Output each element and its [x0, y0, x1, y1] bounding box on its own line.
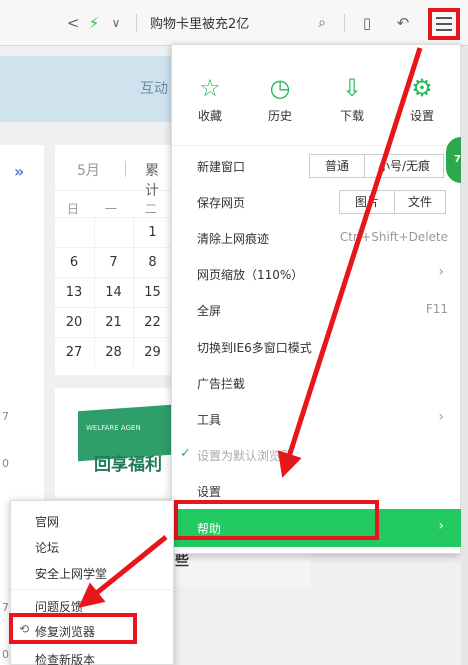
calendar-day[interactable]: 8	[133, 247, 171, 277]
quick-label: 设置	[409, 109, 434, 123]
calendar-header: 5月 累计	[55, 145, 171, 199]
hamburger-icon	[436, 17, 452, 19]
menu-label: 设置为默认浏览器	[197, 449, 294, 463]
quick-label: 下载	[339, 109, 364, 123]
banner-text: 互动	[140, 81, 168, 97]
calendar-summary-label: 累计	[145, 163, 159, 199]
submenu-item-website[interactable]: 官网	[11, 507, 175, 535]
side-number: 7	[2, 601, 9, 614]
weekday-label: 二	[145, 202, 158, 216]
toolbar-divider	[344, 14, 345, 32]
menu-shortcut: Ctrl+Shift+Delete	[339, 230, 448, 244]
chevron-right-icon: ›	[438, 409, 444, 425]
save-as-image-button[interactable]: 图片	[339, 190, 395, 214]
weekday-label: 一	[105, 202, 118, 216]
quick-favorites[interactable]: ☆ 收藏	[180, 73, 240, 124]
calendar-day[interactable]	[94, 217, 132, 247]
new-window-normal-button[interactable]: 普通	[309, 154, 365, 178]
submenu-label: 检查新版本	[35, 653, 96, 665]
undo-icon[interactable]: ↶	[391, 12, 415, 34]
submenu-label: 论坛	[35, 541, 60, 555]
menu-item-new-window: 新建窗口 普通 小号/无痕	[172, 148, 462, 184]
calendar-month[interactable]: 5月	[77, 160, 100, 180]
promo-subtitle: WELFARE AGEN	[86, 424, 141, 432]
calendar-day[interactable]: 20	[55, 307, 93, 337]
calendar-day[interactable]	[55, 217, 93, 247]
menu-item-zoom[interactable]: 网页缩放（110%） ›	[172, 256, 462, 292]
calendar-day[interactable]: 27	[55, 337, 93, 367]
calendar: 5月 累计 日 一 二 1 6 7 8 13 14 15 20 21 22 27 28 29	[55, 145, 171, 375]
chevron-down-icon[interactable]: ∨	[108, 12, 124, 34]
chevron-right-icon: ›	[438, 518, 444, 534]
menu-item-adblock[interactable]: 广告拦截	[172, 365, 462, 401]
gear-icon: ⚙	[411, 74, 433, 102]
menu-item-clear-traces[interactable]: 清除上网痕迹 Ctrl+Shift+Delete	[172, 220, 462, 256]
calendar-day[interactable]: 28	[94, 337, 132, 367]
share-icon[interactable]: <	[64, 12, 82, 34]
menu-label: 网页缩放（110%）	[197, 268, 304, 282]
menu-divider	[172, 145, 462, 146]
toolbar-divider	[136, 14, 137, 32]
menu-label: 切换到IE6多窗口模式	[197, 341, 312, 355]
calendar-day[interactable]: 13	[55, 277, 93, 307]
repair-highlight-box	[9, 613, 137, 644]
quick-settings[interactable]: ⚙ 设置	[392, 73, 452, 124]
menu-label: 全屏	[197, 304, 222, 318]
star-icon: ☆	[199, 74, 221, 102]
search-input[interactable]: 购物卡里被充2亿	[150, 13, 249, 32]
quick-label: 收藏	[197, 109, 222, 123]
save-as-file-button[interactable]: 文件	[394, 190, 446, 214]
menu-label: 保存网页	[197, 196, 246, 210]
menu-label: 清除上网痕迹	[197, 232, 270, 246]
promo-title: 回享福利	[94, 455, 162, 475]
calendar-day[interactable]: 1	[133, 217, 171, 247]
menu-button[interactable]	[428, 8, 460, 40]
menu-divider	[11, 589, 175, 590]
expand-icon[interactable]: »	[14, 162, 24, 181]
weekday-label: 日	[67, 202, 80, 216]
download-icon: ⇩	[341, 74, 363, 102]
menu-item-fullscreen[interactable]: 全屏 F11	[172, 292, 462, 328]
calendar-day[interactable]: 7	[94, 247, 132, 277]
menu-label: 广告拦截	[197, 377, 246, 391]
scrollbar[interactable]	[461, 48, 468, 665]
help-highlight-box	[174, 500, 379, 540]
menu-item-tools[interactable]: 工具 ›	[172, 401, 462, 437]
submenu-item-safety-school[interactable]: 安全上网学堂	[11, 559, 175, 587]
new-window-private-button[interactable]: 小号/无痕	[364, 154, 444, 178]
submenu-item-forum[interactable]: 论坛	[11, 533, 175, 561]
calendar-day[interactable]: 29	[133, 337, 171, 367]
submenu-label: 官网	[35, 515, 60, 529]
search-icon[interactable]: ⌕	[312, 12, 332, 34]
checkmark-icon: ✓	[180, 446, 191, 461]
quick-label: 历史	[267, 109, 292, 123]
phone-icon[interactable]: ▯	[357, 12, 377, 34]
quick-history[interactable]: ◷ 历史	[250, 73, 310, 124]
menu-label: 设置	[197, 485, 222, 499]
menu-shortcut: F11	[425, 302, 448, 316]
menu-item-save-page: 保存网页 图片 文件	[172, 184, 462, 220]
calendar-day[interactable]: 15	[133, 277, 171, 307]
side-number: 7	[2, 410, 9, 423]
calendar-day[interactable]: 22	[133, 307, 171, 337]
submenu-label: 安全上网学堂	[35, 567, 108, 581]
menu-item-default-browser[interactable]: ✓ 设置为默认浏览器	[172, 437, 462, 473]
submenu-item-check-update[interactable]: 检查新版本	[11, 645, 175, 665]
menu-label: 工具	[197, 413, 222, 427]
chevron-right-icon: ›	[438, 264, 444, 280]
calendar-day[interactable]: 6	[55, 247, 93, 277]
side-number: 0	[2, 648, 9, 661]
menu-item-ie6-mode[interactable]: 切换到IE6多窗口模式	[172, 329, 462, 365]
lightning-icon[interactable]: ⚡	[86, 12, 102, 34]
calendar-day[interactable]: 14	[94, 277, 132, 307]
main-menu: ☆ 收藏 ◷ 历史 ⇩ 下载 ⚙ 设置 新建窗口 普通 小号/无痕 保存网页 图…	[171, 44, 462, 554]
calendar-day[interactable]: 21	[94, 307, 132, 337]
menu-label: 新建窗口	[197, 160, 246, 174]
side-number: 0	[2, 457, 9, 470]
quick-download[interactable]: ⇩ 下载	[322, 73, 382, 124]
history-icon: ◷	[269, 74, 291, 102]
